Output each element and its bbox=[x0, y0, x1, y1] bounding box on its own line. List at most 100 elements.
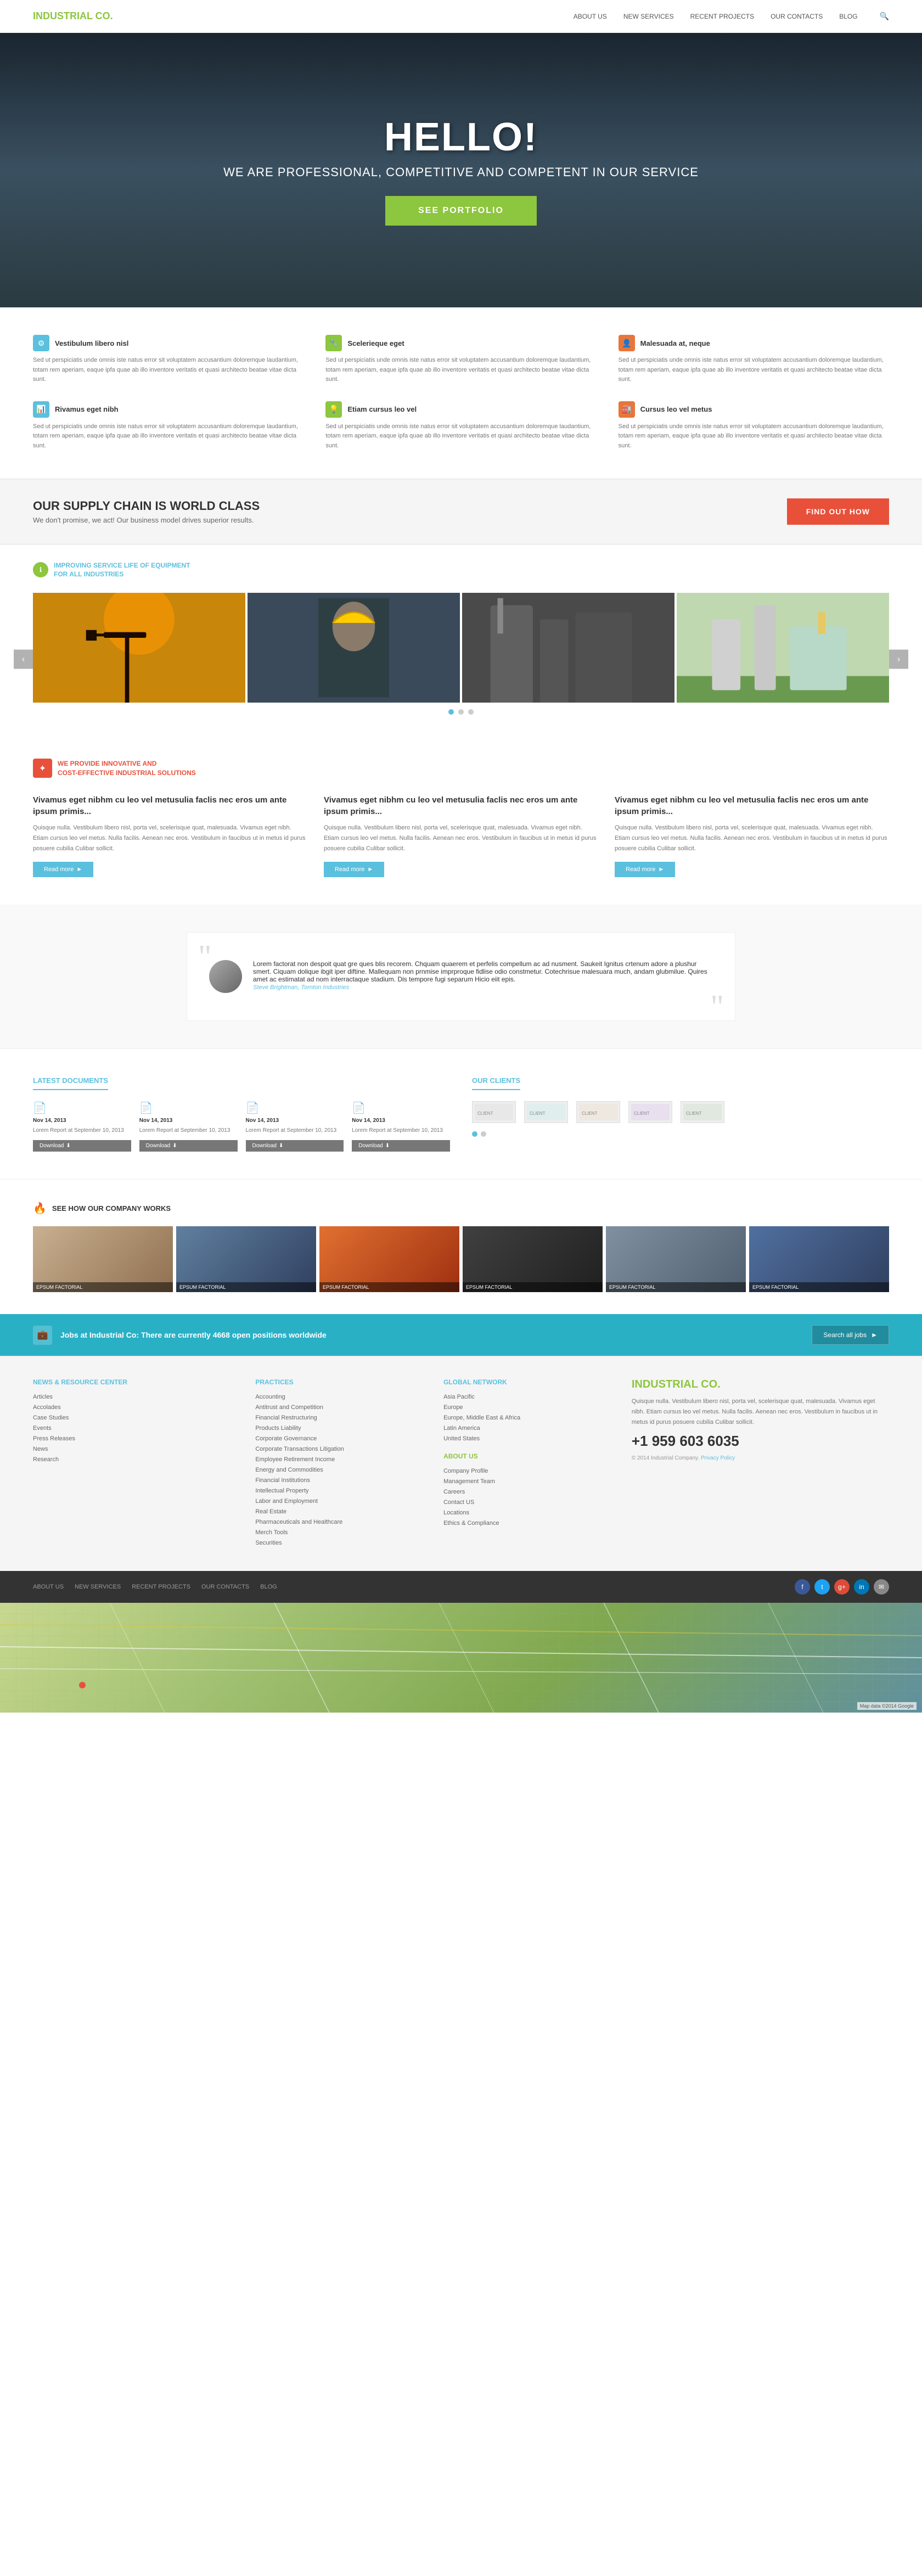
carousel-next-button[interactable]: › bbox=[889, 650, 908, 669]
gallery-item-2[interactable]: EPSUM FACTORIAL bbox=[319, 1226, 459, 1292]
footer-link-accolades[interactable]: Accolades bbox=[33, 1404, 61, 1411]
footer-link-research[interactable]: Research bbox=[33, 1456, 59, 1463]
readmore-button-2[interactable]: Read more ► bbox=[615, 862, 675, 877]
feature-text-1: Sed ut perspiciatis unde omnis iste natu… bbox=[325, 356, 596, 385]
footer-global-title: GLOBAL NETWORK bbox=[443, 1378, 615, 1386]
footer-link-mgmt[interactable]: Management Team bbox=[443, 1478, 495, 1485]
list-item: Ethics & Compliance bbox=[443, 1519, 615, 1526]
footer-link-ip[interactable]: Intellectual Property bbox=[255, 1488, 308, 1494]
clients-dot-1[interactable] bbox=[481, 1131, 486, 1137]
download-button-1[interactable]: Download ⬇ bbox=[139, 1140, 238, 1152]
clients-logos: CLIENT CLIENT CLIENT CLIENT CLIENT bbox=[472, 1101, 889, 1123]
nav-new-services[interactable]: NEW SERVICES bbox=[623, 13, 674, 20]
clients-dot-0[interactable] bbox=[472, 1131, 477, 1137]
footer-link-financial-inst[interactable]: Financial Institutions bbox=[255, 1477, 310, 1484]
nav-blog[interactable]: BLOG bbox=[839, 13, 857, 20]
footer-link-latam[interactable]: Latin America bbox=[443, 1425, 480, 1432]
company-works-header: 🔥 SEE HOW OUR COMPANY WORKS bbox=[33, 1202, 889, 1215]
footer-link-realestate[interactable]: Real Estate bbox=[255, 1508, 286, 1515]
carousel-prev-button[interactable]: ‹ bbox=[14, 650, 33, 669]
download-button-2[interactable]: Download ⬇ bbox=[246, 1140, 344, 1152]
footer-link-press[interactable]: Press Releases bbox=[33, 1435, 75, 1442]
readmore-button-1[interactable]: Read more ► bbox=[324, 862, 384, 877]
footer-link-news[interactable]: News bbox=[33, 1446, 48, 1452]
nav-our-contacts[interactable]: OUR CONTACTS bbox=[771, 13, 823, 20]
footer-link-emea[interactable]: Europe, Middle East & Africa bbox=[443, 1415, 520, 1421]
solution-item-1: Vivamus eget nibhm cu leo vel metusulia … bbox=[324, 794, 598, 877]
footer-link-corporate-trans[interactable]: Corporate Transactions Litigation bbox=[255, 1446, 344, 1452]
footer-link-securities[interactable]: Securities bbox=[255, 1540, 282, 1546]
footer-link-pharma[interactable]: Pharmaceuticals and Healthcare bbox=[255, 1519, 342, 1525]
footer-link-profile[interactable]: Company Profile bbox=[443, 1468, 488, 1474]
carousel-dot-2[interactable] bbox=[468, 709, 474, 715]
bottom-nav-blog[interactable]: BLOG bbox=[260, 1584, 277, 1590]
facebook-icon[interactable]: f bbox=[795, 1579, 810, 1595]
feature-item-1: 🔧 Scelerieque eget Sed ut perspiciatis u… bbox=[325, 335, 596, 385]
footer-link-merch[interactable]: Merch Tools bbox=[255, 1529, 288, 1536]
footer-link-careers[interactable]: Careers bbox=[443, 1489, 465, 1495]
search-jobs-button[interactable]: Search all jobs ► bbox=[812, 1325, 889, 1345]
readmore-button-0[interactable]: Read more ► bbox=[33, 862, 93, 877]
footer-link-employee[interactable]: Employee Retirement Income bbox=[255, 1456, 335, 1463]
footer-link-antitrust[interactable]: Antitrust and Competition bbox=[255, 1404, 323, 1411]
jobs-text: Jobs at Industrial Co: There are current… bbox=[60, 1331, 327, 1339]
list-item: Antitrust and Competition bbox=[255, 1403, 427, 1411]
gallery-caption-0: EPSUM FACTORIAL bbox=[33, 1282, 173, 1292]
solution-text-2: Quisque nulla. Vestibulum libero nisl, p… bbox=[615, 823, 889, 854]
findout-button[interactable]: FIND OUT HOW bbox=[787, 498, 889, 525]
doc-desc-2: Lorem Report at September 10, 2013 bbox=[246, 1126, 344, 1135]
download-button-0[interactable]: Download ⬇ bbox=[33, 1140, 131, 1152]
clients-title: OUR CLIENTS bbox=[472, 1076, 520, 1090]
footer-link-financial[interactable]: Financial Restructuring bbox=[255, 1415, 317, 1421]
testimonial-text: Lorem factorat non despoit quat gre ques… bbox=[253, 960, 713, 983]
footer-link-products[interactable]: Products Liability bbox=[255, 1425, 301, 1432]
linkedin-icon[interactable]: in bbox=[854, 1579, 869, 1595]
footer-link-labor[interactable]: Labor and Employment bbox=[255, 1498, 318, 1505]
footer-link-accounting[interactable]: Accounting bbox=[255, 1394, 285, 1400]
googleplus-icon[interactable]: g+ bbox=[834, 1579, 850, 1595]
feature-text-5: Sed ut perspiciatis unde omnis iste natu… bbox=[619, 422, 889, 451]
footer-link-casestudies[interactable]: Case Studies bbox=[33, 1415, 69, 1421]
improving-section: ℹ IMPROVING SERVICE LIFE OF EQUIPMENT FO… bbox=[0, 545, 922, 588]
feature-header-1: 🔧 Scelerieque eget bbox=[325, 335, 596, 351]
supply-subtitle: We don't promise, we act! Our business m… bbox=[33, 516, 260, 524]
gallery-item-1[interactable]: EPSUM FACTORIAL bbox=[176, 1226, 316, 1292]
carousel-dot-1[interactable] bbox=[458, 709, 464, 715]
carousel-dot-0[interactable] bbox=[448, 709, 454, 715]
email-icon[interactable]: ✉ bbox=[874, 1579, 889, 1595]
logo-text: INDUSTRIAL bbox=[33, 10, 93, 21]
footer-link-articles[interactable]: Articles bbox=[33, 1394, 53, 1400]
search-icon[interactable]: 🔍 bbox=[880, 12, 889, 21]
footer-link-locations[interactable]: Locations bbox=[443, 1509, 469, 1516]
list-item: Energy and Commodities bbox=[255, 1466, 427, 1473]
twitter-icon[interactable]: t bbox=[814, 1579, 830, 1595]
footer-link-asia[interactable]: Asia Pacific bbox=[443, 1394, 475, 1400]
privacy-policy-link[interactable]: Privacy Policy bbox=[701, 1455, 735, 1461]
nav-recent-projects[interactable]: RECENT PROJECTS bbox=[690, 13, 754, 20]
jobs-banner: 💼 Jobs at Industrial Co: There are curre… bbox=[0, 1314, 922, 1356]
footer-link-corporate-gov[interactable]: Corporate Governance bbox=[255, 1435, 317, 1442]
footer-link-us[interactable]: United States bbox=[443, 1435, 480, 1442]
footer-link-events[interactable]: Events bbox=[33, 1425, 52, 1432]
gallery-item-5[interactable]: EPSUM FACTORIAL bbox=[749, 1226, 889, 1292]
bottom-nav-contacts[interactable]: OUR CONTACTS bbox=[201, 1584, 249, 1590]
footer-link-energy[interactable]: Energy and Commodities bbox=[255, 1467, 323, 1473]
docs-clients-section: LATEST DOCUMENTS 📄 Nov 14, 2013 Lorem Re… bbox=[0, 1048, 922, 1179]
download-button-3[interactable]: Download ⬇ bbox=[352, 1140, 450, 1152]
gallery-item-4[interactable]: EPSUM FACTORIAL bbox=[606, 1226, 746, 1292]
list-item: Articles bbox=[33, 1393, 239, 1400]
bottom-nav-projects[interactable]: RECENT PROJECTS bbox=[132, 1584, 190, 1590]
nav-about[interactable]: ABOUT US bbox=[574, 13, 607, 20]
footer-link-ethics[interactable]: Ethics & Compliance bbox=[443, 1520, 499, 1526]
footer-logo: INDUSTRIAL CO. bbox=[632, 1378, 889, 1391]
gallery-item-0[interactable]: EPSUM FACTORIAL bbox=[33, 1226, 173, 1292]
footer-link-europe[interactable]: Europe bbox=[443, 1404, 463, 1411]
svg-text:CLIENT: CLIENT bbox=[686, 1111, 702, 1116]
footer-link-contact[interactable]: Contact US bbox=[443, 1499, 474, 1506]
testimonial-author: Steve Brightman, Tornton Industries bbox=[253, 984, 349, 991]
portfolio-button[interactable]: SEE PORTFOLIO bbox=[385, 196, 537, 226]
bottom-nav-services[interactable]: NEW SERVICES bbox=[75, 1584, 121, 1590]
gallery-item-3[interactable]: EPSUM FACTORIAL bbox=[463, 1226, 603, 1292]
bottom-nav-about[interactable]: ABOUT US bbox=[33, 1584, 64, 1590]
footer-copy: © 2014 Industrial Company. Privacy Polic… bbox=[632, 1455, 889, 1461]
